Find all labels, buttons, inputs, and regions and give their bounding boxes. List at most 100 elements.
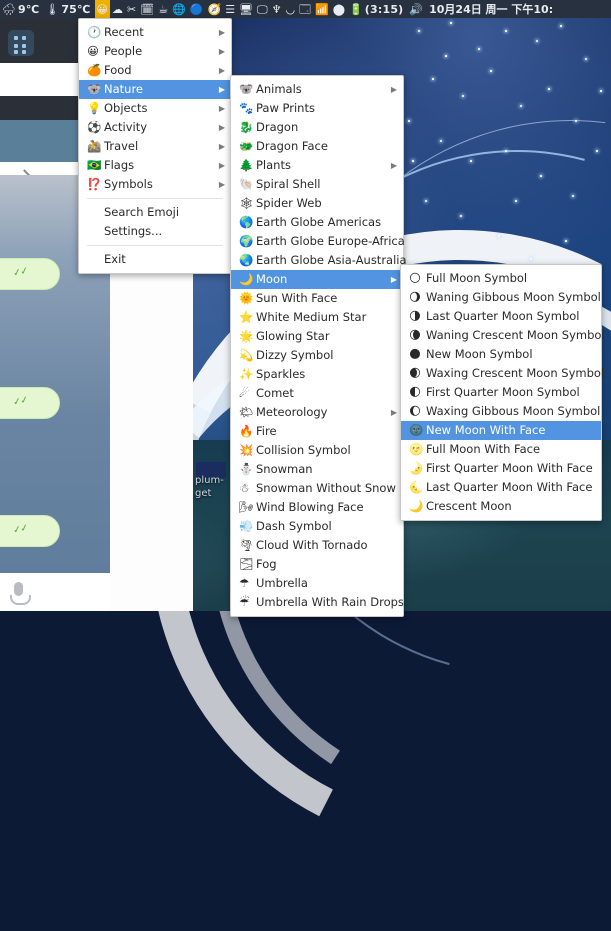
moon-item-first-quarter-moon-symbol[interactable]: 🌓 First Quarter Moon Symbol (401, 383, 601, 402)
nature-item-earth-globe-americas[interactable]: 🌎 Earth Globe Americas (231, 213, 403, 232)
panel-clock[interactable]: 10月24日 周一 下午10: (425, 1, 553, 17)
scissors-icon[interactable]: ✂ (125, 0, 138, 18)
category-item-food[interactable]: 🍊 Food ▶ (79, 61, 231, 80)
submenu-arrow-icon: ▶ (218, 47, 225, 56)
device-icon[interactable]: 🗔 (297, 0, 313, 18)
wifi-icon[interactable]: 📶 (313, 0, 331, 18)
moon-item-waxing-crescent-moon-symbol[interactable]: 🌒 Waxing Crescent Moon Symbol (401, 364, 604, 383)
coffee-icon[interactable]: ☕ (156, 0, 170, 18)
monitor-icon[interactable]: 🖵 (255, 0, 270, 18)
emoji-glyph-icon: 🌤 (239, 404, 254, 419)
nature-item-sun-with-face[interactable]: 🌞 Sun With Face (231, 289, 403, 308)
menu-action-exit[interactable]: Exit (79, 250, 231, 269)
menu-item-label: Earth Globe Asia-Australia (256, 253, 407, 267)
emoji-category-menu[interactable]: 🕐 Recent ▶ 😀 People ▶ 🍊 Food ▶ 🐨 Nature ▶ 💡 Objects ▶ ⚽… (78, 18, 232, 274)
category-item-people[interactable]: 😀 People ▶ (79, 42, 231, 61)
category-item-recent[interactable]: 🕐 Recent ▶ (79, 23, 231, 42)
moon-item-last-quarter-moon-symbol[interactable]: 🌗 Last Quarter Moon Symbol (401, 307, 601, 326)
menu-item-label: Dash Symbol (256, 519, 332, 533)
battery-icon[interactable]: 🔋 (3:15) (347, 0, 407, 18)
emoji-glyph-icon: 🌜 (409, 479, 424, 494)
grid-apps-icon[interactable] (8, 30, 34, 56)
nature-item-glowing-star[interactable]: 🌟 Glowing Star (231, 327, 403, 346)
moon-item-crescent-moon[interactable]: 🌙 Crescent Moon (401, 497, 601, 516)
submenu-arrow-icon: ▶ (218, 66, 225, 75)
calendar-icon[interactable]: 🗓 (138, 0, 156, 18)
shield-icon[interactable]: ◡ (284, 0, 298, 18)
submenu-arrow-icon: ▶ (218, 161, 225, 170)
nature-item-collision-symbol[interactable]: 💥 Collision Symbol (231, 441, 403, 460)
nature-item-white-medium-star[interactable]: ⭐ White Medium Star (231, 308, 403, 327)
menu-item-label: Paw Prints (256, 101, 315, 115)
nature-item-animals[interactable]: 🐨 Animals ▶ (231, 80, 403, 99)
desktop-icon-plum-get[interactable]: plum-get (195, 462, 226, 510)
nature-item-dragon[interactable]: 🐉 Dragon (231, 118, 403, 137)
category-item-nature[interactable]: 🐨 Nature ▶ (79, 80, 231, 99)
display-icon[interactable]: 🖥 (237, 0, 255, 18)
nature-item-wind-blowing-face[interactable]: 🌬 Wind Blowing Face (231, 498, 403, 517)
moon-item-full-moon-with-face[interactable]: 🌝 Full Moon With Face (401, 440, 601, 459)
category-item-symbols[interactable]: ⁉️ Symbols ▶ (79, 175, 231, 194)
bluetooth-icon[interactable]: 🔵 (188, 0, 206, 18)
nature-item-dragon-face[interactable]: 🐲 Dragon Face (231, 137, 403, 156)
category-item-travel[interactable]: 🚵 Travel ▶ (79, 137, 231, 156)
nature-item-comet[interactable]: ☄ Comet (231, 384, 403, 403)
nature-item-umbrella[interactable]: ☂ Umbrella (231, 574, 403, 593)
dark-circle-icon[interactable]: ⬤ (331, 0, 347, 18)
weather-indicator[interactable]: 🌧 9℃ (0, 0, 43, 18)
nature-item-fire[interactable]: 🔥 Fire (231, 422, 403, 441)
nature-item-spider-web[interactable]: 🕸 Spider Web (231, 194, 403, 213)
nature-item-dash-symbol[interactable]: 💨 Dash Symbol (231, 517, 403, 536)
nature-item-umbrella-with-rain-drops[interactable]: ☔ Umbrella With Rain Drops (231, 593, 404, 612)
nature-item-earth-globe-asia-australia[interactable]: 🌏 Earth Globe Asia-Australia (231, 251, 407, 270)
volume-icon[interactable]: 🔊 (407, 0, 425, 18)
chat-input-bar[interactable] (0, 573, 110, 611)
nature-item-cloud-with-tornado[interactable]: 🌪 Cloud With Tornado (231, 536, 403, 555)
nature-item-meteorology[interactable]: 🌤 Meteorology ▶ (231, 403, 403, 422)
nature-item-snowman[interactable]: ⛄ Snowman (231, 460, 403, 479)
temperature-indicator[interactable]: 🌡 75℃ (43, 0, 94, 18)
globe-icon[interactable]: 🌐 (170, 0, 188, 18)
moon-item-last-quarter-moon-with-face[interactable]: 🌜 Last Quarter Moon With Face (401, 478, 601, 497)
nature-item-sparkles[interactable]: ✨ Sparkles (231, 365, 403, 384)
category-item-activity[interactable]: ⚽ Activity ▶ (79, 118, 231, 137)
menu-action-settings[interactable]: Settings... (79, 222, 231, 241)
nature-item-earth-globe-europe-africa[interactable]: 🌍 Earth Globe Europe-Africa (231, 232, 405, 251)
nature-item-plants[interactable]: 🌲 Plants ▶ (231, 156, 403, 175)
nature-item-moon[interactable]: 🌙 Moon ▶ (231, 270, 403, 289)
list-menu-icon[interactable]: ☰ (223, 0, 237, 18)
category-item-objects[interactable]: 💡 Objects ▶ (79, 99, 231, 118)
navigation-icon[interactable]: 🧭 (205, 0, 223, 18)
submenu-arrow-icon: ▶ (390, 408, 397, 417)
submenu-arrow-icon: ▶ (218, 180, 225, 189)
moon-submenu[interactable]: 🌕 Full Moon Symbol 🌖 Waning Gibbous Moon Sy… (400, 264, 605, 521)
moon-item-new-moon-symbol[interactable]: 🌑 New Moon Symbol (401, 345, 601, 364)
menu-separator (87, 198, 223, 199)
menu-action-search-emoji[interactable]: Search Emoji (79, 203, 231, 222)
top-panel[interactable]: 🌧 9℃ 🌡 75℃ 😀 ☁ ✂ 🗓 ☕ 🌐 🔵 🧭 ☰ 🖥 🖵 ♆ ◡ 🗔 📶 ⬤ 🔋 (3:15) 🔊 10月24日 周… (0, 0, 611, 18)
moon-item-first-quarter-moon-with-face[interactable]: 🌛 First Quarter Moon With Face (401, 459, 601, 478)
moon-item-new-moon-with-face[interactable]: 🌚 New Moon With Face (401, 421, 601, 440)
moon-item-waning-crescent-moon-symbol[interactable]: 🌘 Waning Crescent Moon Symbol (401, 326, 605, 345)
nature-item-spiral-shell[interactable]: 🐚 Spiral Shell (231, 175, 403, 194)
emoji-picker-indicator[interactable]: 😀 (94, 0, 111, 18)
check-icon: ✓✓ (12, 522, 29, 537)
emoji-picker-indicator-glyph: 😀 (96, 2, 109, 16)
check-icon: ✓✓ (12, 394, 29, 409)
nature-item-paw-prints[interactable]: 🐾 Paw Prints (231, 99, 403, 118)
nature-item-snowman-without-snow[interactable]: ☃ Snowman Without Snow (231, 479, 403, 498)
moon-item-waning-gibbous-moon-symbol[interactable]: 🌖 Waning Gibbous Moon Symbol (401, 288, 601, 307)
cloud-sync-icon[interactable]: ☁ (110, 0, 125, 18)
nature-submenu[interactable]: 🐨 Animals ▶ 🐾 Paw Prints 🐉 Dragon 🐲 Dragon Face 🌲… (230, 75, 407, 617)
nature-item-fog[interactable]: 🌫 Fog (231, 555, 403, 574)
trident-icon[interactable]: ♆ (270, 0, 284, 18)
moon-item-full-moon-symbol[interactable]: 🌕 Full Moon Symbol (401, 269, 601, 288)
microphone-icon[interactable] (10, 582, 31, 605)
nature-item-dizzy-symbol[interactable]: 💫 Dizzy Symbol (231, 346, 403, 365)
menu-item-label: Recent (104, 25, 144, 39)
menu-item-label: Snowman (256, 462, 313, 476)
emoji-glyph-icon: 🌛 (409, 460, 424, 475)
emoji-glyph-icon: 🐲 (239, 138, 254, 153)
moon-item-waxing-gibbous-moon-symbol[interactable]: 🌔 Waxing Gibbous Moon Symbol (401, 402, 601, 421)
category-item-flags[interactable]: 🇧🇷 Flags ▶ (79, 156, 231, 175)
